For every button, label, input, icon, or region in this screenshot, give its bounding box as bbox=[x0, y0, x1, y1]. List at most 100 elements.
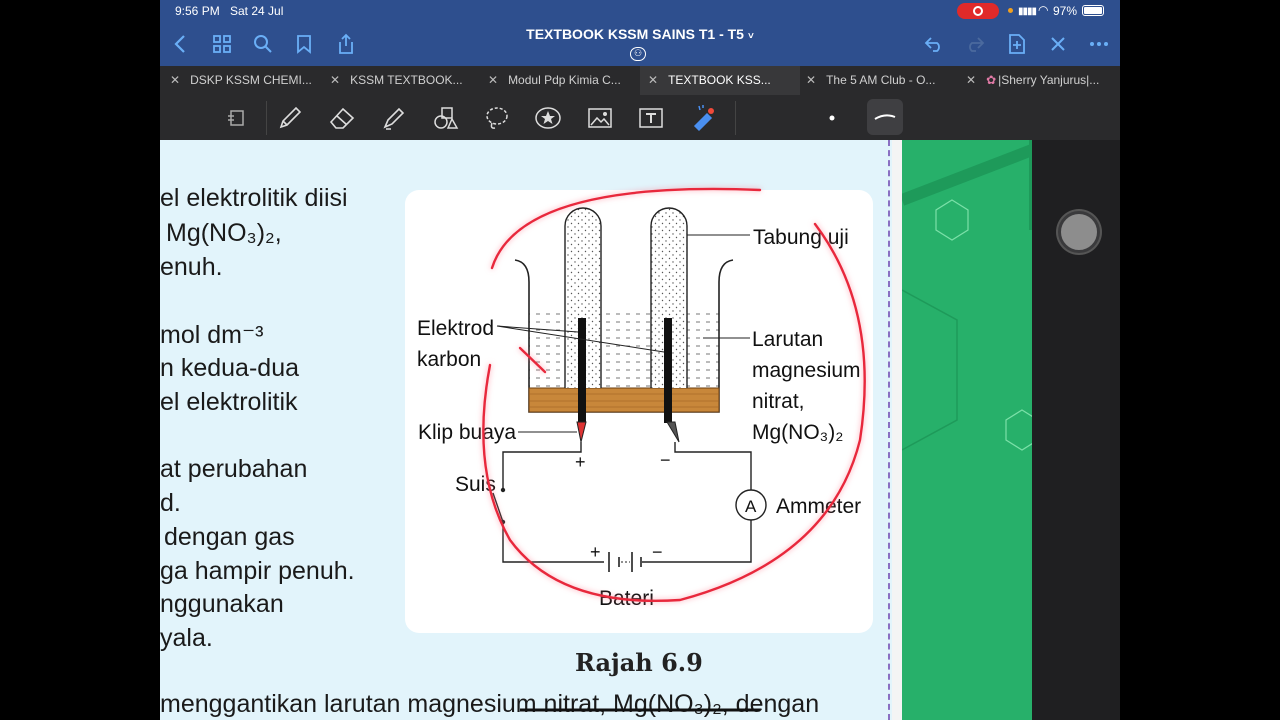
app-window: 9:56 PM Sat 24 Jul ▮▮▮▮ ◠ 97% TEXTBOOK K… bbox=[160, 0, 1120, 720]
toolbar-divider bbox=[266, 101, 267, 135]
status-date: Sat 24 Jul bbox=[230, 4, 284, 18]
tab-5am-club[interactable]: ✕ The 5 AM Club - O... bbox=[800, 66, 960, 95]
label-positive: + bbox=[575, 452, 586, 472]
laser-pointer-icon[interactable] bbox=[688, 103, 718, 133]
stroke-style-icon[interactable] bbox=[867, 99, 903, 135]
tab-kssm-textbook[interactable]: ✕ KSSM TEXTBOOK... bbox=[320, 66, 480, 95]
tab-label: The 5 AM Club - O... bbox=[826, 73, 936, 87]
hexagon-pattern bbox=[902, 140, 1032, 451]
flower-icon: ✿ bbox=[986, 73, 997, 87]
label-klip-buaya: Klip buaya bbox=[418, 421, 516, 444]
tab-close-icon[interactable]: ✕ bbox=[648, 73, 658, 87]
next-page-preview[interactable] bbox=[902, 140, 1032, 720]
tab-close-icon[interactable]: ✕ bbox=[170, 73, 180, 87]
label-ammeter-symbol: A bbox=[745, 497, 757, 516]
assistive-touch-button[interactable] bbox=[1058, 211, 1100, 253]
label-tabung-uji: Tabung uji bbox=[753, 226, 849, 249]
status-time: 9:56 PM bbox=[175, 4, 220, 18]
tab-textbook-active[interactable]: ✕ TEXTBOOK KSS... bbox=[640, 66, 800, 95]
tab-dskp[interactable]: ✕ DSKP KSSM CHEMI... bbox=[160, 66, 320, 95]
text-line: menggantikan larutan magnesium nitrat, M… bbox=[160, 690, 820, 718]
tab-bar: ✕ DSKP KSSM CHEMI... ✕ KSSM TEXTBOOK... ✕ M… bbox=[160, 66, 1120, 95]
label-ammeter: Ammeter bbox=[776, 495, 861, 518]
chevron-down-icon: ˅ bbox=[747, 31, 754, 42]
label-larutan: Larutan bbox=[752, 328, 823, 351]
stroke-size-dot-icon[interactable] bbox=[817, 103, 847, 133]
document-title-text: TEXTBOOK KSSM SAINS T1 - T5 bbox=[526, 26, 744, 42]
label-negative: − bbox=[660, 450, 671, 470]
annotation-toolbar bbox=[160, 95, 1120, 141]
screen-record-icon[interactable] bbox=[957, 3, 999, 19]
page-select-icon[interactable] bbox=[222, 103, 252, 133]
figure-card: Tabung uji Elektrod karbon Larutan magne… bbox=[405, 190, 873, 633]
grid-icon[interactable] bbox=[208, 30, 236, 58]
collaboration-icon[interactable]: ⚇ bbox=[630, 47, 646, 61]
tab-close-icon[interactable]: ✕ bbox=[330, 73, 340, 87]
undo-icon[interactable] bbox=[920, 30, 948, 58]
crocodile-clip-left bbox=[576, 421, 587, 443]
label-nitrat: nitrat, bbox=[752, 390, 805, 413]
text-line: el elektrolitik bbox=[160, 388, 298, 416]
tab-label: Modul Pdp Kimia C... bbox=[508, 73, 621, 87]
solution-region bbox=[529, 312, 719, 388]
text-line: mol dm⁻³ bbox=[160, 321, 264, 349]
electrolysis-diagram: Tabung uji Elektrod karbon Larutan magne… bbox=[417, 207, 861, 610]
add-page-icon[interactable] bbox=[1003, 30, 1031, 58]
label-battery-positive: + bbox=[590, 542, 601, 562]
carbon-electrode-right bbox=[664, 318, 672, 423]
label-bateri: Bateri bbox=[599, 587, 654, 610]
close-icon[interactable] bbox=[1044, 30, 1072, 58]
highlighter-icon[interactable] bbox=[379, 103, 409, 133]
cellular-signal-icon: ▮▮▮▮ bbox=[1018, 6, 1037, 17]
text-line: enuh. bbox=[160, 253, 223, 281]
text-line: Mg(NO₃)₂, bbox=[166, 219, 282, 247]
search-icon[interactable] bbox=[249, 30, 277, 58]
page-boundary bbox=[888, 140, 890, 720]
eraser-icon[interactable] bbox=[327, 103, 357, 133]
label-battery-negative: − bbox=[652, 542, 663, 562]
text-line: yala. bbox=[160, 624, 213, 652]
redo-icon[interactable] bbox=[961, 30, 989, 58]
figure-caption: Rajah 6.9 bbox=[575, 648, 703, 677]
status-bar: 9:56 PM Sat 24 Jul ▮▮▮▮ ◠ 97% bbox=[160, 0, 1120, 22]
label-karbon: karbon bbox=[417, 348, 481, 371]
text-box-icon[interactable] bbox=[636, 103, 666, 133]
sticker-icon[interactable] bbox=[533, 103, 563, 133]
battery-icon bbox=[1082, 5, 1104, 16]
bookmark-icon[interactable] bbox=[290, 30, 318, 58]
wooden-base bbox=[528, 387, 720, 413]
tab-close-icon[interactable]: ✕ bbox=[806, 73, 816, 87]
tab-sherry[interactable]: ✕ ✿ |Sherry Yanjurus|... bbox=[960, 66, 1120, 95]
lasso-icon[interactable] bbox=[482, 103, 512, 133]
tab-close-icon[interactable]: ✕ bbox=[488, 73, 498, 87]
switch-lever bbox=[492, 492, 504, 523]
battery-percent: 97% bbox=[1053, 4, 1078, 18]
text-line: d. bbox=[160, 489, 181, 517]
switch-contact bbox=[500, 487, 506, 493]
share-icon[interactable] bbox=[332, 30, 360, 58]
wifi-icon: ◠ bbox=[1038, 3, 1049, 17]
back-chevron-icon[interactable] bbox=[166, 30, 194, 58]
pen-icon[interactable] bbox=[275, 103, 305, 133]
tab-label: KSSM TEXTBOOK... bbox=[350, 73, 463, 87]
shapes-icon[interactable] bbox=[431, 103, 461, 133]
crocodile-clip-right bbox=[666, 421, 680, 443]
text-line: ga hampir penuh. bbox=[160, 557, 355, 585]
carbon-electrode-left bbox=[578, 318, 586, 423]
textbook-page[interactable]: el elektrolitik diisi Mg(NO₃)₂, enuh. mo… bbox=[160, 140, 900, 720]
label-suis: Suis bbox=[455, 473, 496, 496]
image-icon[interactable] bbox=[585, 103, 615, 133]
tab-label: DSKP KSSM CHEMI... bbox=[190, 73, 312, 87]
tab-modul-pdp[interactable]: ✕ Modul Pdp Kimia C... bbox=[480, 66, 640, 95]
text-line: at perubahan bbox=[160, 455, 308, 483]
tab-label: TEXTBOOK KSS... bbox=[668, 73, 771, 87]
navigation-bar: TEXTBOOK KSSM SAINS T1 - T5 ˅ ⚇ bbox=[160, 22, 1120, 66]
label-magnesium: magnesium bbox=[752, 359, 861, 382]
more-icon[interactable] bbox=[1085, 30, 1113, 58]
tab-close-icon[interactable]: ✕ bbox=[966, 73, 976, 87]
text-line: nggunakan bbox=[160, 590, 284, 618]
page-margin bbox=[892, 140, 902, 720]
text-line: dengan gas bbox=[164, 523, 295, 551]
label-elektrod: Elektrod bbox=[417, 317, 494, 340]
document-title[interactable]: TEXTBOOK KSSM SAINS T1 - T5 ˅ bbox=[500, 26, 780, 42]
